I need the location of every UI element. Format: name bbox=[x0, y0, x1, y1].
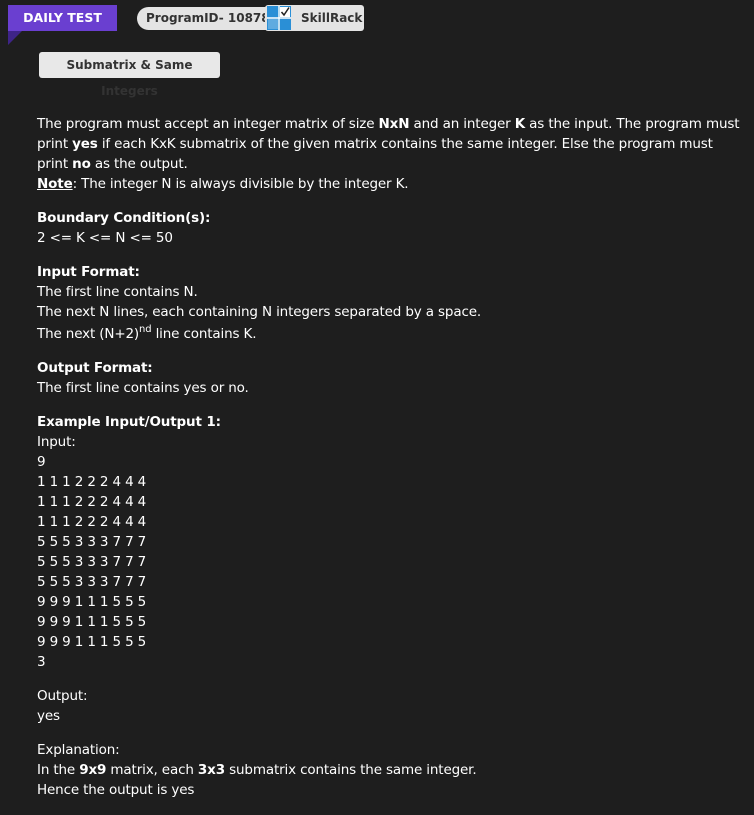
note-label: Note bbox=[37, 176, 73, 192]
problem-title-button[interactable]: Submatrix & Same Integers bbox=[39, 52, 220, 98]
example-input-line: 1 1 1 2 2 2 4 4 4 bbox=[37, 474, 147, 490]
example-input-line: 9 9 9 1 1 1 5 5 5 bbox=[37, 594, 147, 610]
example-input-line: 5 5 5 3 3 3 7 7 7 bbox=[37, 534, 147, 550]
boundary-heading: Boundary Condition(s): bbox=[37, 210, 211, 226]
explanation-text-2: Hence the output is yes bbox=[37, 782, 195, 798]
problem-description: The program must accept an integer matri… bbox=[37, 116, 740, 172]
skillrack-label: SkillRack bbox=[301, 11, 363, 25]
example-input-line: 5 5 5 3 3 3 7 7 7 bbox=[37, 554, 147, 570]
explanation-label: Explanation: bbox=[37, 742, 120, 758]
output-format-text: The first line contains yes or no. bbox=[37, 380, 249, 396]
boundary-text: 2 <= K <= N <= 50 bbox=[37, 230, 173, 246]
example-output-value: yes bbox=[37, 708, 60, 724]
daily-test-badge-tail bbox=[8, 31, 22, 45]
example-input-line: 5 5 5 3 3 3 7 7 7 bbox=[37, 574, 147, 590]
example-output-label: Output: bbox=[37, 688, 88, 704]
explanation-text: In the 9x9 matrix, each 3x3 submatrix co… bbox=[37, 762, 477, 778]
output-format-heading: Output Format: bbox=[37, 360, 153, 376]
input-format-line: The next (N+2)nd line contains K. bbox=[37, 324, 257, 343]
example-input-label: Input: bbox=[37, 434, 76, 450]
problem-note: Note: The integer N is always divisible … bbox=[37, 176, 409, 192]
skillrack-badge[interactable]: SkillRack bbox=[265, 5, 364, 31]
program-id-pill: ProgramID- 10878 bbox=[137, 7, 279, 30]
example-input-line: 9 9 9 1 1 1 5 5 5 bbox=[37, 614, 147, 630]
example-input-line: 9 bbox=[37, 454, 46, 470]
input-format-line: The next N lines, each containing N inte… bbox=[37, 304, 482, 320]
example-input-line: 1 1 1 2 2 2 4 4 4 bbox=[37, 514, 147, 530]
example-heading: Example Input/Output 1: bbox=[37, 414, 221, 430]
problem-content: The program must accept an integer matri… bbox=[37, 114, 747, 800]
example-input-line: 3 bbox=[37, 654, 46, 670]
example-input-line: 1 1 1 2 2 2 4 4 4 bbox=[37, 494, 147, 510]
example-input-line: 9 9 9 1 1 1 5 5 5 bbox=[37, 634, 147, 650]
skillrack-logo-icon bbox=[267, 6, 291, 30]
input-format-heading: Input Format: bbox=[37, 264, 140, 280]
daily-test-badge: DAILY TEST bbox=[8, 5, 117, 31]
input-format-line: The first line contains N. bbox=[37, 284, 198, 300]
